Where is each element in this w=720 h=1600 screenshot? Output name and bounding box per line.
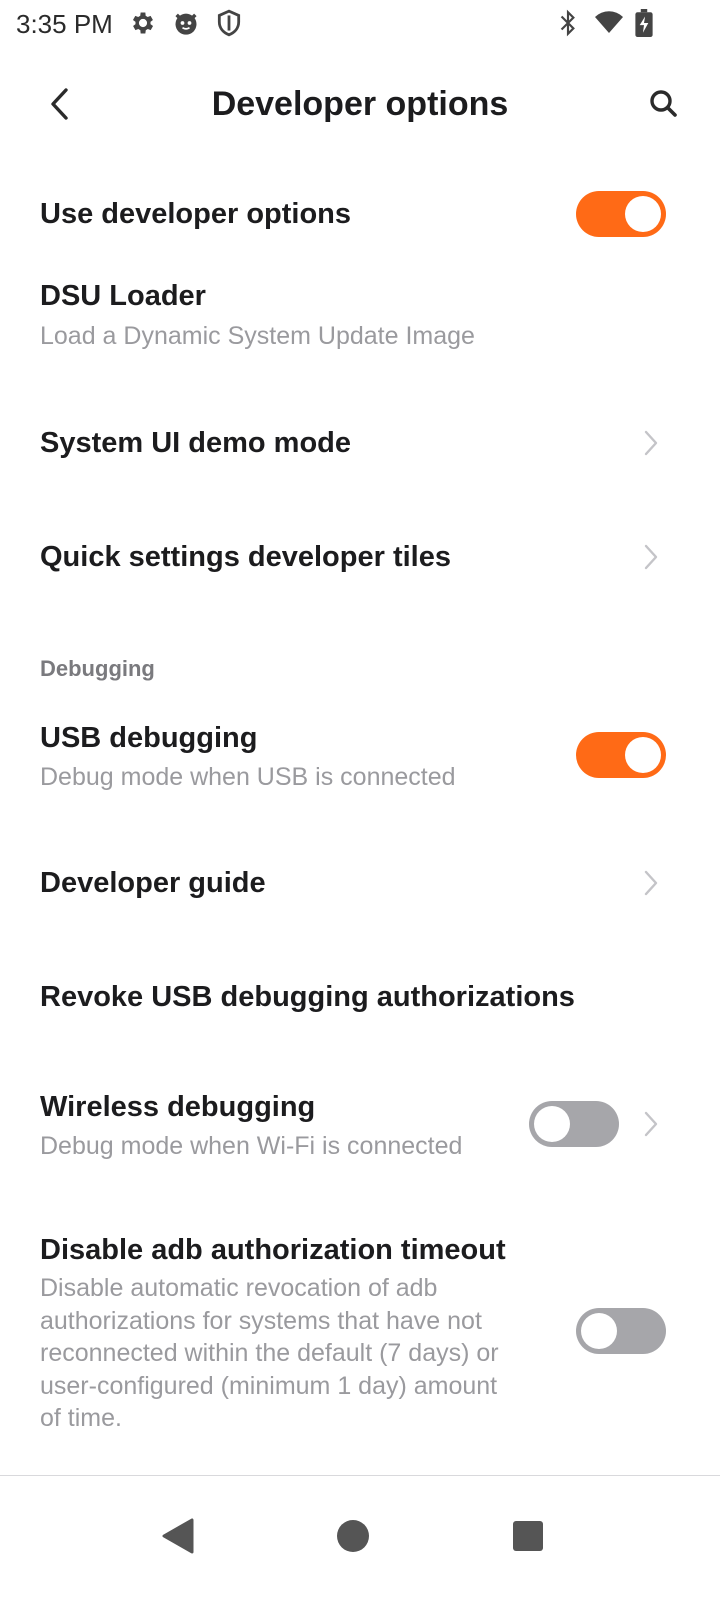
usb-debugging-title: USB debugging bbox=[40, 722, 258, 754]
wireless-debugging-title: Wireless debugging bbox=[40, 1091, 316, 1123]
circle-home-icon bbox=[337, 1520, 369, 1552]
shield-icon bbox=[214, 8, 244, 38]
disable-adb-timeout-subtitle-line: reconnected within the default (7 days) … bbox=[40, 1339, 499, 1367]
wifi-icon bbox=[594, 8, 624, 38]
disable-adb-timeout-subtitle-line: user-configured (minimum 1 day) amount bbox=[40, 1372, 498, 1400]
wireless-debugging-subtitle: Debug mode when Wi-Fi is connected bbox=[40, 1132, 463, 1160]
chevron-right-icon bbox=[639, 537, 663, 577]
system-ui-demo-mode-row[interactable]: System UI demo mode bbox=[0, 396, 720, 492]
triangle-back-icon bbox=[162, 1518, 194, 1554]
developer-guide-title: Developer guide bbox=[40, 867, 266, 899]
system-ui-demo-mode-title: System UI demo mode bbox=[40, 427, 352, 459]
search-icon bbox=[650, 90, 677, 117]
quick-settings-tiles-title: Quick settings developer tiles bbox=[40, 541, 451, 573]
chevron-right-icon bbox=[639, 1104, 663, 1144]
usb-debugging-toggle[interactable] bbox=[576, 732, 666, 778]
usb-debugging-subtitle: Debug mode when USB is connected bbox=[40, 763, 456, 791]
developer-guide-row[interactable]: Developer guide bbox=[0, 838, 720, 934]
bluetooth-icon bbox=[553, 8, 583, 38]
gear-icon bbox=[128, 8, 158, 38]
dsu-loader-row[interactable]: DSU Loader Load a Dynamic System Update … bbox=[0, 272, 720, 376]
chevron-right-icon bbox=[639, 863, 663, 903]
disable-adb-timeout-subtitle-line: authorizations for systems that have not bbox=[40, 1307, 482, 1335]
battery-charging-icon bbox=[629, 8, 659, 38]
cat-face-icon bbox=[171, 8, 201, 38]
revoke-usb-row[interactable]: Revoke USB debugging authorizations bbox=[0, 952, 720, 1048]
disable-adb-timeout-subtitle-line: of time. bbox=[40, 1404, 122, 1432]
status-time: 3:35 PM bbox=[16, 9, 113, 39]
wireless-debugging-toggle[interactable] bbox=[529, 1101, 619, 1147]
disable-adb-timeout-toggle[interactable] bbox=[576, 1308, 666, 1354]
app-header: Developer options bbox=[0, 60, 720, 148]
search-button[interactable] bbox=[640, 80, 688, 128]
nav-back-button[interactable] bbox=[138, 1496, 218, 1576]
wireless-debugging-row[interactable]: Wireless debugging Debug mode when Wi-Fi… bbox=[0, 1082, 720, 1186]
disable-adb-timeout-subtitle-line: Disable automatic revocation of adb bbox=[40, 1274, 438, 1302]
page-title: Developer options bbox=[211, 85, 509, 123]
nav-recents-button[interactable] bbox=[488, 1496, 568, 1576]
square-recents-icon bbox=[513, 1521, 543, 1551]
revoke-usb-title: Revoke USB debugging authorizations bbox=[40, 981, 575, 1013]
usb-debugging-row[interactable]: USB debugging Debug mode when USB is con… bbox=[0, 712, 720, 816]
dsu-loader-subtitle: Load a Dynamic System Update Image bbox=[40, 322, 475, 350]
use-developer-options-row[interactable]: Use developer options bbox=[0, 170, 720, 260]
disable-adb-timeout-title: Disable adb authorization timeout bbox=[40, 1234, 506, 1266]
disable-adb-timeout-row[interactable]: Disable adb authorization timeout Disabl… bbox=[0, 1228, 720, 1438]
chevron-right-icon bbox=[639, 423, 663, 463]
navigation-bar bbox=[0, 1476, 720, 1600]
quick-settings-tiles-row[interactable]: Quick settings developer tiles bbox=[0, 510, 720, 606]
status-bar: 3:35 PM bbox=[0, 0, 720, 48]
section-header-debugging: Debugging bbox=[40, 656, 155, 681]
use-developer-options-title: Use developer options bbox=[40, 198, 352, 230]
dsu-loader-title: DSU Loader bbox=[40, 280, 206, 312]
use-developer-options-toggle[interactable] bbox=[576, 191, 666, 237]
nav-home-button[interactable] bbox=[313, 1496, 393, 1576]
